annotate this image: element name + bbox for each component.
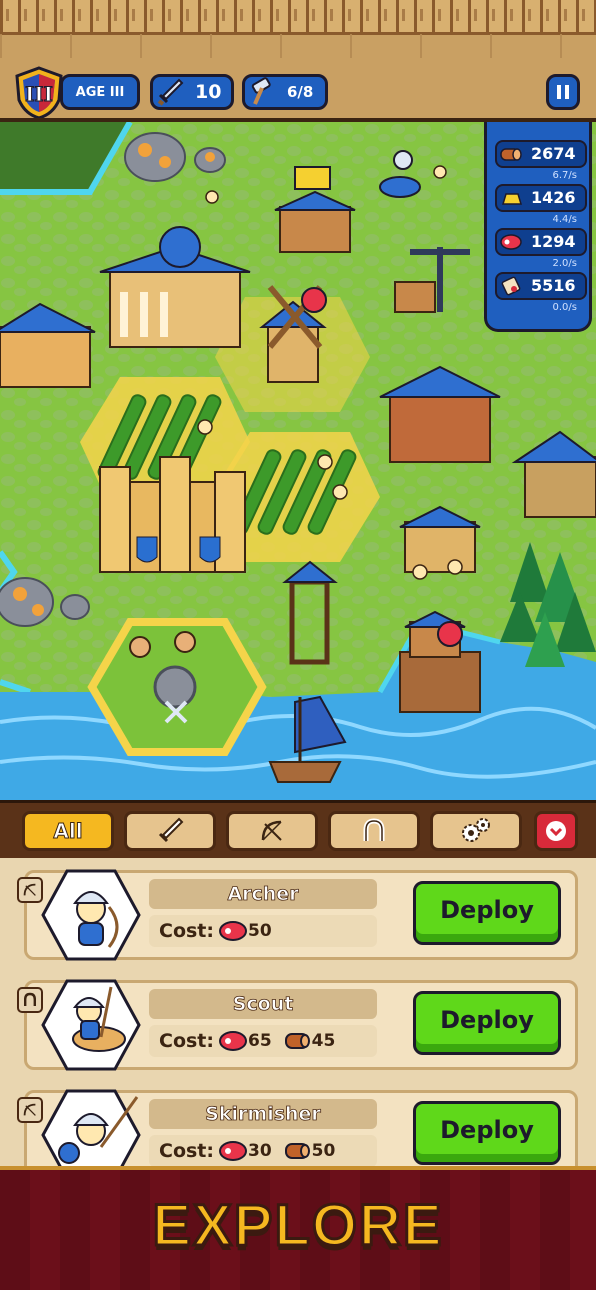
unit-name: Archer bbox=[149, 879, 377, 909]
unit-cost: Cost: 50 bbox=[149, 915, 377, 947]
age-shield-icon[interactable]: III bbox=[13, 66, 65, 120]
type-badge-archer bbox=[17, 877, 43, 903]
skirmisher-portrait bbox=[41, 1089, 141, 1166]
bow-icon bbox=[261, 820, 282, 841]
cost-label: Cost: bbox=[159, 1140, 214, 1162]
banner-title: EXPLORE bbox=[151, 1192, 444, 1260]
tab-all[interactable]: All bbox=[22, 811, 114, 851]
cost-label: Cost: bbox=[159, 1030, 214, 1052]
resource-wood: 2674 bbox=[495, 140, 587, 168]
resource-knowledge: 5516 bbox=[495, 272, 587, 300]
unit-list[interactable]: Archer Cost: 50 Deploy Scout Cost: 65 45… bbox=[0, 858, 596, 1166]
type-badge-skirmisher bbox=[17, 1097, 43, 1123]
chevron-down-icon bbox=[546, 821, 566, 841]
explore-banner: EXPLORE bbox=[0, 1166, 596, 1290]
resource-gold: 1426 bbox=[495, 184, 587, 212]
unit-name: Scout bbox=[149, 989, 377, 1019]
unit-card-skirmisher: Skirmisher Cost: 30 50 Deploy bbox=[17, 1089, 578, 1166]
deploy-button[interactable]: Deploy bbox=[413, 991, 561, 1055]
tab-siege[interactable] bbox=[430, 811, 522, 851]
castle[interactable] bbox=[99, 456, 246, 573]
attack-pill[interactable]: 10 bbox=[150, 74, 234, 110]
type-badge-scout bbox=[17, 987, 43, 1013]
resource-panel: 2674 6.7/s 1426 4.4/s 1294 2.0/s 5516 0.… bbox=[484, 122, 592, 332]
unit-card-archer: Archer Cost: 50 Deploy bbox=[17, 869, 578, 961]
gears-icon bbox=[462, 818, 490, 842]
knowledge-value: 5516 bbox=[531, 276, 576, 295]
greek-frieze bbox=[0, 0, 596, 35]
gold-bar-icon bbox=[501, 193, 523, 205]
age-label: AGE III bbox=[75, 84, 125, 100]
bow-icon bbox=[23, 1103, 36, 1116]
horseshoe-icon bbox=[363, 818, 385, 841]
wood-log-icon bbox=[284, 1033, 310, 1049]
scroll-icon bbox=[501, 276, 521, 296]
wood-log-icon bbox=[284, 1143, 310, 1159]
attack-value: 10 bbox=[195, 81, 222, 103]
wood-value: 2674 bbox=[531, 144, 576, 163]
tab-all-label: All bbox=[53, 819, 83, 844]
unit-filter-bar: All bbox=[0, 800, 596, 858]
deploy-button[interactable]: Deploy bbox=[413, 881, 561, 945]
unit-cost: Cost: 65 45 bbox=[149, 1025, 377, 1057]
builders-pill[interactable]: 6/8 bbox=[242, 74, 328, 110]
sword-icon bbox=[157, 78, 184, 106]
tab-cavalry[interactable] bbox=[328, 811, 420, 851]
unit-card-scout: Scout Cost: 65 45 Deploy bbox=[17, 979, 578, 1071]
top-hud: III AGE III 10 6/8 bbox=[0, 0, 596, 122]
builders-value: 6/8 bbox=[287, 83, 314, 101]
scout-portrait bbox=[41, 979, 141, 1071]
gold-rate: 4.4/s bbox=[552, 214, 577, 225]
gold-value: 1426 bbox=[531, 188, 576, 207]
age-numeral: III bbox=[25, 82, 53, 106]
age-pill[interactable]: AGE III bbox=[60, 74, 140, 110]
horseshoe-icon bbox=[24, 992, 36, 1006]
tab-infantry[interactable] bbox=[124, 811, 216, 851]
cost-food-amount: 65 bbox=[248, 1031, 272, 1051]
knowledge-rate: 0.0/s bbox=[552, 302, 577, 313]
meat-icon bbox=[219, 1031, 247, 1051]
stone-wall bbox=[0, 34, 596, 58]
cost-wood-amount: 50 bbox=[311, 1141, 336, 1161]
meat-icon bbox=[500, 234, 522, 250]
wood-log-icon bbox=[500, 148, 522, 161]
cost-food-amount: 50 bbox=[248, 921, 272, 941]
pause-button[interactable] bbox=[546, 74, 580, 110]
cost-label: Cost: bbox=[159, 920, 214, 942]
wood-rate: 6.7/s bbox=[552, 170, 577, 181]
pause-icon bbox=[557, 85, 569, 99]
cost-food-amount: 30 bbox=[248, 1141, 272, 1161]
collapse-button[interactable] bbox=[534, 811, 578, 851]
food-rate: 2.0/s bbox=[552, 258, 577, 269]
bow-icon bbox=[23, 883, 36, 896]
deploy-button[interactable]: Deploy bbox=[413, 1101, 561, 1165]
unit-cost: Cost: 30 50 bbox=[149, 1135, 377, 1166]
meat-icon bbox=[219, 921, 247, 941]
food-value: 1294 bbox=[531, 232, 576, 251]
meat-icon bbox=[219, 1141, 247, 1161]
cost-wood-amount: 45 bbox=[311, 1031, 336, 1051]
resource-food: 1294 bbox=[495, 228, 587, 256]
sword-icon bbox=[158, 817, 184, 843]
hammer-icon bbox=[251, 77, 271, 105]
tab-archers[interactable] bbox=[226, 811, 318, 851]
unit-name: Skirmisher bbox=[149, 1099, 377, 1129]
archer-portrait bbox=[41, 869, 141, 961]
